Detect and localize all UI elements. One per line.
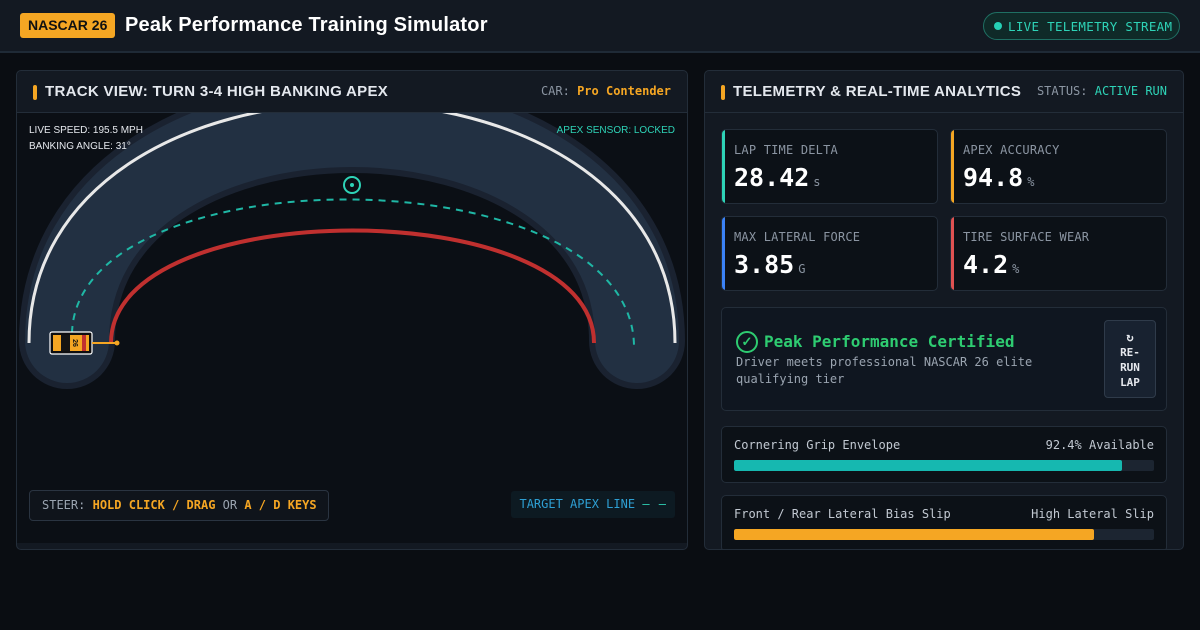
status-value: ACTIVE RUN xyxy=(1094,84,1167,98)
rerun-label-3: LAP xyxy=(1120,376,1140,389)
certified-title: Peak Performance Certified xyxy=(764,332,1015,351)
stat-value: 28.42 s xyxy=(734,163,821,192)
car-windshield xyxy=(61,335,70,351)
meter-track xyxy=(734,529,1154,540)
car-value: Pro Contender xyxy=(577,84,671,98)
header-accent-bar xyxy=(33,85,37,100)
steer-instructions: STEER: HOLD CLICK / DRAG OR A / D KEYS xyxy=(29,490,329,521)
brand-badge: NASCAR 26 xyxy=(20,13,116,38)
hud-banking-angle: BANKING ANGLE: 31° xyxy=(29,141,131,152)
track-view-panel: TRACK VIEW: TURN 3-4 HIGH BANKING APEX C… xyxy=(16,70,688,550)
stat-number: 4.2 xyxy=(963,250,1009,279)
rerun-label-2: RUN xyxy=(1120,361,1140,374)
car-number: 26 xyxy=(71,339,78,347)
stat-label: TIRE SURFACE WEAR xyxy=(963,230,1090,244)
target-apex-swatch: — — xyxy=(642,497,667,511)
telemetry-panel: TELEMETRY & REAL-TIME ANALYTICS STATUS: … xyxy=(704,70,1184,550)
stat-number: 3.85 xyxy=(734,250,795,279)
meter-label: Cornering Grip Envelope xyxy=(734,438,901,452)
target-apex-legend: TARGET APEX LINE — — xyxy=(511,491,675,518)
steer-hold-hint: HOLD CLICK / DRAG xyxy=(92,498,216,512)
car-indicator: CAR: Pro Contender xyxy=(541,84,671,98)
apex-marker-dot xyxy=(350,183,354,187)
live-telemetry-label: LIVE TELEMETRY STREAM xyxy=(1008,19,1173,34)
track-panel-header: TRACK VIEW: TURN 3-4 HIGH BANKING APEX C… xyxy=(17,71,687,113)
rerun-label-1: RE- xyxy=(1120,346,1140,359)
stat-value: 94.8% xyxy=(963,163,1034,192)
hud-speed: LIVE SPEED: 195.5 MPH xyxy=(29,125,143,136)
steer-prefix: STEER: xyxy=(42,498,86,512)
car-label: CAR: xyxy=(540,84,570,98)
header-accent-bar xyxy=(721,85,725,100)
page-title: Peak Performance Training Simulator xyxy=(125,14,488,36)
run-status: STATUS: ACTIVE RUN xyxy=(1037,84,1167,98)
rerun-lap-button[interactable]: ↻ RE- RUN LAP xyxy=(1104,320,1156,398)
status-label: STATUS: xyxy=(1036,84,1088,98)
stat-card-lateral-force: MAX LATERAL FORCE 3.85 G xyxy=(721,216,938,291)
check-circle-icon: ✓ xyxy=(736,331,758,353)
steer-keys-hint: A / D KEYS xyxy=(244,498,317,512)
stat-number: 28.42 xyxy=(734,163,810,192)
meter-track xyxy=(734,460,1154,471)
meter-label: Front / Rear Lateral Bias Slip xyxy=(734,507,951,521)
refresh-icon: ↻ xyxy=(1126,330,1134,344)
top-bar: NASCAR 26 Peak Performance Training Simu… xyxy=(0,0,1200,53)
meter-value: 92.4% Available xyxy=(1045,438,1154,452)
stat-unit: % xyxy=(1012,262,1020,276)
stat-label: MAX LATERAL FORCE xyxy=(734,230,861,244)
stat-card-apex-accuracy: APEX ACCURACY 94.8% xyxy=(950,129,1167,204)
meter-fill xyxy=(734,460,1123,471)
track-panel-title: TRACK VIEW: TURN 3-4 HIGH BANKING APEX xyxy=(45,83,389,100)
track-surface xyxy=(25,113,679,383)
steer-or: OR xyxy=(222,498,238,512)
stat-accent-bar xyxy=(722,217,725,290)
live-telemetry-pill[interactable]: LIVE TELEMETRY STREAM xyxy=(983,12,1180,40)
car-heading-dot xyxy=(114,340,120,346)
stat-card-lap-time: LAP TIME DELTA 28.42 s xyxy=(721,129,938,204)
stat-value: 3.85 G xyxy=(734,250,805,279)
grip-envelope-meter: Cornering Grip Envelope 92.4% Available xyxy=(721,426,1167,483)
target-apex-label: TARGET APEX LINE xyxy=(519,497,636,511)
stat-unit: s xyxy=(813,175,821,189)
stat-unit: G xyxy=(798,262,806,276)
stat-card-tire-wear: TIRE SURFACE WEAR 4.2% xyxy=(950,216,1167,291)
stat-accent-bar xyxy=(722,130,725,203)
stat-number: 94.8 xyxy=(963,163,1024,192)
stat-value: 4.2% xyxy=(963,250,1019,279)
stat-label: LAP TIME DELTA xyxy=(734,143,838,157)
stat-unit: % xyxy=(1027,175,1035,189)
meter-value: High Lateral Slip xyxy=(1031,507,1154,521)
stat-label: APEX ACCURACY xyxy=(963,143,1060,157)
inner-apron-line xyxy=(109,228,596,344)
telemetry-panel-header: TELEMETRY & REAL-TIME ANALYTICS STATUS: … xyxy=(705,71,1183,113)
telemetry-panel-title: TELEMETRY & REAL-TIME ANALYTICS xyxy=(733,83,1022,100)
track-canvas[interactable]: 26 LIVE SPEED: 195.5 MPH BANKING ANGLE: … xyxy=(17,113,687,543)
meter-fill xyxy=(734,529,1094,540)
live-indicator-icon xyxy=(994,22,1002,30)
track-drawing: 26 xyxy=(19,113,685,389)
certified-subtitle: Driver meets professional NASCAR 26 elit… xyxy=(736,355,1033,386)
stat-accent-bar xyxy=(951,130,954,203)
stat-accent-bar xyxy=(951,217,954,290)
car-stripe xyxy=(82,335,86,351)
certified-card: ✓ Peak Performance Certified Driver meet… xyxy=(721,307,1167,411)
lateral-bias-meter: Front / Rear Lateral Bias Slip High Late… xyxy=(721,495,1167,549)
hud-apex-sensor: APEX SENSOR: LOCKED xyxy=(556,125,675,136)
